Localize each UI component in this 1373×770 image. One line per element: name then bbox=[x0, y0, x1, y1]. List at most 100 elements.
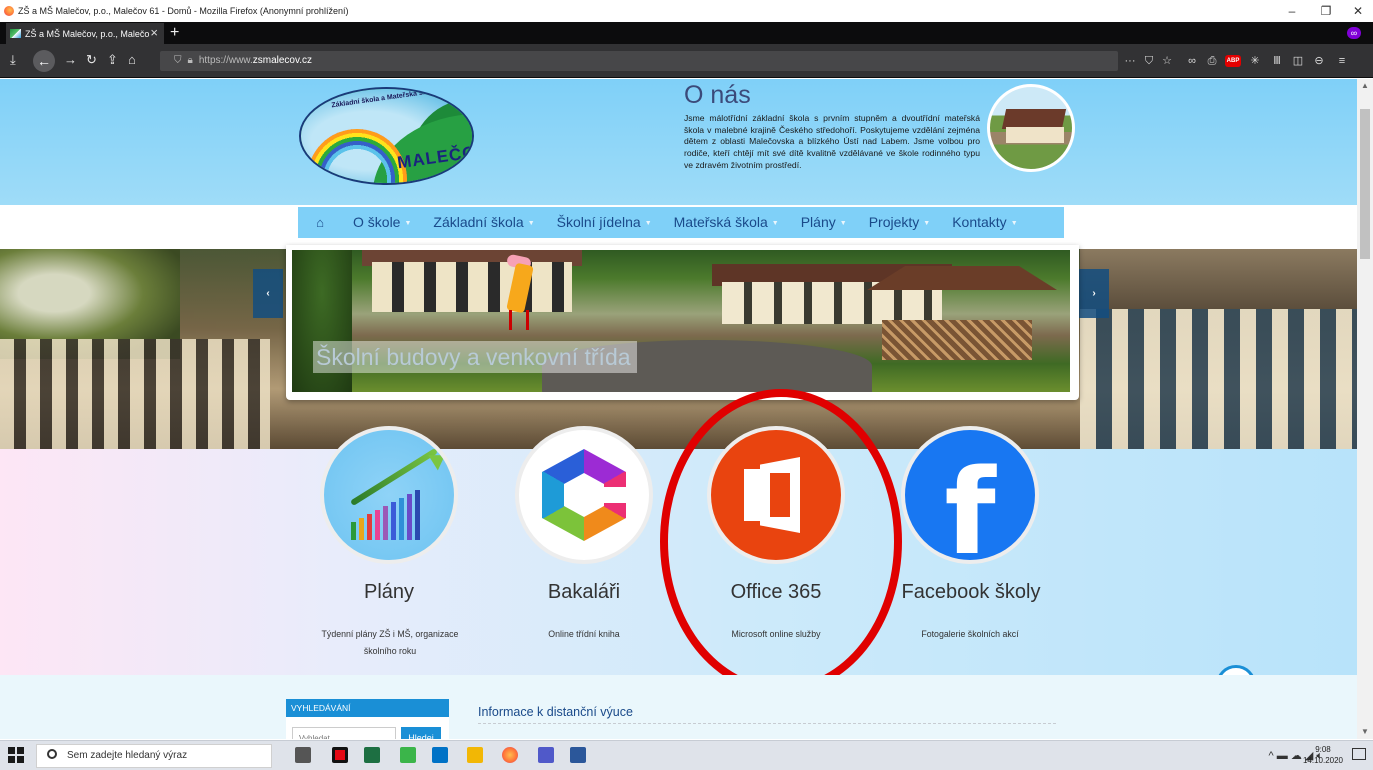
facebook-icon[interactable]: f bbox=[901, 426, 1039, 564]
caret-down-icon: ▼ bbox=[1010, 219, 1018, 227]
menu-item-kontakty[interactable]: Kontakty ▼ bbox=[941, 207, 1028, 238]
browser-tab[interactable]: ZŠ a MŠ Malečov, p.o., Malečo × bbox=[6, 23, 164, 44]
taskbar-clock[interactable]: 9:08 14.10.2020 bbox=[1303, 744, 1343, 766]
service-title-bakalari[interactable]: Bakaláři bbox=[520, 581, 648, 604]
upload-icon[interactable]: ⇪ bbox=[107, 53, 118, 67]
menu-label: Plány bbox=[800, 214, 836, 230]
service-desc-bakalari: Online třídní kniha bbox=[548, 629, 620, 639]
menu-label: Základní škola bbox=[433, 214, 524, 230]
netflix-icon[interactable] bbox=[332, 747, 348, 763]
mask-icon[interactable]: ∞ bbox=[1185, 54, 1199, 68]
slide-building bbox=[372, 262, 572, 312]
page-actions-icon[interactable]: ··· bbox=[1123, 54, 1137, 68]
slide-caption: Školní budovy a venkovní třída bbox=[313, 341, 637, 373]
page-scrollbar[interactable]: ▲ ▼ bbox=[1357, 79, 1373, 739]
notification-icon[interactable] bbox=[1352, 748, 1366, 760]
url-scheme: https://www. bbox=[198, 55, 253, 66]
pencil-legs bbox=[509, 310, 529, 330]
lock-icon: 🔒︎ bbox=[187, 55, 193, 66]
taskbar-search[interactable]: Sem zadejte hledaný výraz bbox=[36, 744, 272, 768]
minimize-icon[interactable]: – bbox=[1275, 0, 1309, 22]
chart-bar bbox=[415, 490, 420, 540]
clock-time: 9:08 bbox=[1315, 745, 1331, 754]
slide-image[interactable]: Školní budovy a venkovní třída bbox=[292, 250, 1070, 392]
chart-bar bbox=[367, 514, 372, 540]
extension-icon[interactable]: ✳ bbox=[1248, 54, 1262, 68]
home-icon[interactable]: ⌂ bbox=[128, 53, 136, 67]
pencil-body bbox=[506, 262, 534, 314]
chart-bar bbox=[375, 510, 380, 540]
service-title-facebook[interactable]: Facebook školy bbox=[891, 581, 1051, 604]
facebook-f-glyph: f bbox=[944, 443, 996, 564]
close-window-icon[interactable]: ✕ bbox=[1341, 0, 1373, 22]
account-icon[interactable]: ⊖ bbox=[1312, 54, 1326, 68]
restore-icon[interactable]: ❐ bbox=[1309, 0, 1343, 22]
forward-icon[interactable]: → bbox=[64, 53, 77, 67]
bookmark-star-icon[interactable]: ☆ bbox=[1160, 54, 1174, 68]
menu-item-materska-skola[interactable]: Mateřská škola ▼ bbox=[663, 207, 790, 238]
task-view-icon[interactable] bbox=[295, 747, 311, 763]
scroll-down-icon[interactable]: ▼ bbox=[1361, 727, 1369, 736]
green-app-icon[interactable] bbox=[400, 747, 416, 763]
teams-icon[interactable] bbox=[538, 747, 554, 763]
menu-label: Kontakty bbox=[952, 214, 1007, 230]
search-button[interactable]: Hledej bbox=[401, 727, 441, 739]
menu-item-zakladni-skola[interactable]: Základní škola ▼ bbox=[422, 207, 545, 238]
new-tab-icon[interactable]: + bbox=[170, 23, 179, 43]
menu-item-skolni-jidelna[interactable]: Školní jídelna ▼ bbox=[546, 207, 663, 238]
shield-icon: ⛉ bbox=[174, 55, 182, 66]
library-icon[interactable]: Ⅲ bbox=[1270, 54, 1284, 68]
adblock-icon[interactable]: ABP bbox=[1225, 55, 1241, 67]
service-title-plany[interactable]: Plány bbox=[325, 581, 453, 604]
bakalari-hexagon bbox=[542, 449, 626, 541]
photo-wall bbox=[1006, 127, 1064, 143]
start-tile bbox=[17, 756, 24, 763]
scrollbar-thumb[interactable] bbox=[1360, 109, 1370, 259]
navigation-bar: ⤓ ← → ↻ ⇪ ⌂ ⛉ 🔒︎ https://www.zsmalecov.cz … bbox=[0, 44, 1373, 78]
caret-down-icon: ▼ bbox=[771, 219, 779, 227]
plany-chart-icon[interactable] bbox=[320, 426, 458, 564]
chart-bar bbox=[383, 506, 388, 540]
window-title: ZŠ a MŠ Malečov, p.o., Malečov 61 - Domů… bbox=[18, 6, 349, 16]
back-icon[interactable]: ← bbox=[33, 50, 55, 72]
firefox-taskbar-icon[interactable] bbox=[502, 747, 518, 763]
menu-item-plany[interactable]: Plány ▼ bbox=[790, 207, 858, 238]
search-heading: VYHLEDÁVÁNÍ bbox=[286, 699, 449, 717]
about-title: O nás bbox=[684, 81, 751, 109]
slider-next-button[interactable]: › bbox=[1079, 269, 1109, 318]
bakalari-logo-icon[interactable] bbox=[515, 426, 653, 564]
url-bar[interactable]: ⛉ 🔒︎ https://www.zsmalecov.cz bbox=[160, 51, 1118, 71]
word-icon[interactable] bbox=[570, 747, 586, 763]
menu-label: O škole bbox=[353, 214, 401, 230]
outlook-icon[interactable] bbox=[432, 747, 448, 763]
search-input[interactable] bbox=[292, 727, 396, 739]
private-browsing-icon: ∞ bbox=[1347, 27, 1361, 39]
home-menu-icon[interactable]: ⌂ bbox=[298, 207, 342, 238]
print-icon[interactable]: ⎙ bbox=[1205, 54, 1219, 68]
download-icon[interactable]: ⤓ bbox=[10, 53, 16, 67]
windows-start-icon[interactable] bbox=[8, 747, 24, 763]
hero-building bbox=[0, 339, 270, 449]
scroll-up-icon[interactable]: ▲ bbox=[1361, 81, 1369, 90]
file-explorer-icon[interactable] bbox=[467, 747, 483, 763]
lower-section bbox=[0, 675, 1357, 739]
menu-hamburger-icon[interactable]: ≡ bbox=[1335, 54, 1349, 68]
sidebar-icon[interactable]: ◫ bbox=[1291, 54, 1305, 68]
menu-label: Projekty bbox=[868, 214, 920, 230]
chart-bar bbox=[407, 494, 412, 540]
url-host: zsmalecov.cz bbox=[252, 55, 313, 66]
menu-item-projekty[interactable]: Projekty ▼ bbox=[858, 207, 942, 238]
slider-prev-button[interactable]: ‹ bbox=[253, 269, 283, 318]
menu-item-o-skole[interactable]: O škole ▼ bbox=[342, 207, 422, 238]
tab-title: ZŠ a MŠ Malečov, p.o., Malečo bbox=[25, 28, 150, 39]
distance-learning-heading[interactable]: Informace k distanční výuce bbox=[478, 705, 633, 719]
chart-bar bbox=[391, 502, 396, 540]
excel-icon[interactable] bbox=[364, 747, 380, 763]
reload-icon[interactable]: ↻ bbox=[86, 53, 97, 67]
site-header: Základní škola a Mateřská škola MALEČOV … bbox=[0, 79, 1357, 205]
pencil-mascot-icon bbox=[497, 253, 537, 334]
pocket-icon[interactable]: ⛉ bbox=[1142, 54, 1156, 68]
school-logo[interactable]: Základní škola a Mateřská škola MALEČOV bbox=[299, 87, 474, 185]
search-icon bbox=[47, 749, 57, 759]
tab-close-icon[interactable]: × bbox=[150, 25, 158, 40]
